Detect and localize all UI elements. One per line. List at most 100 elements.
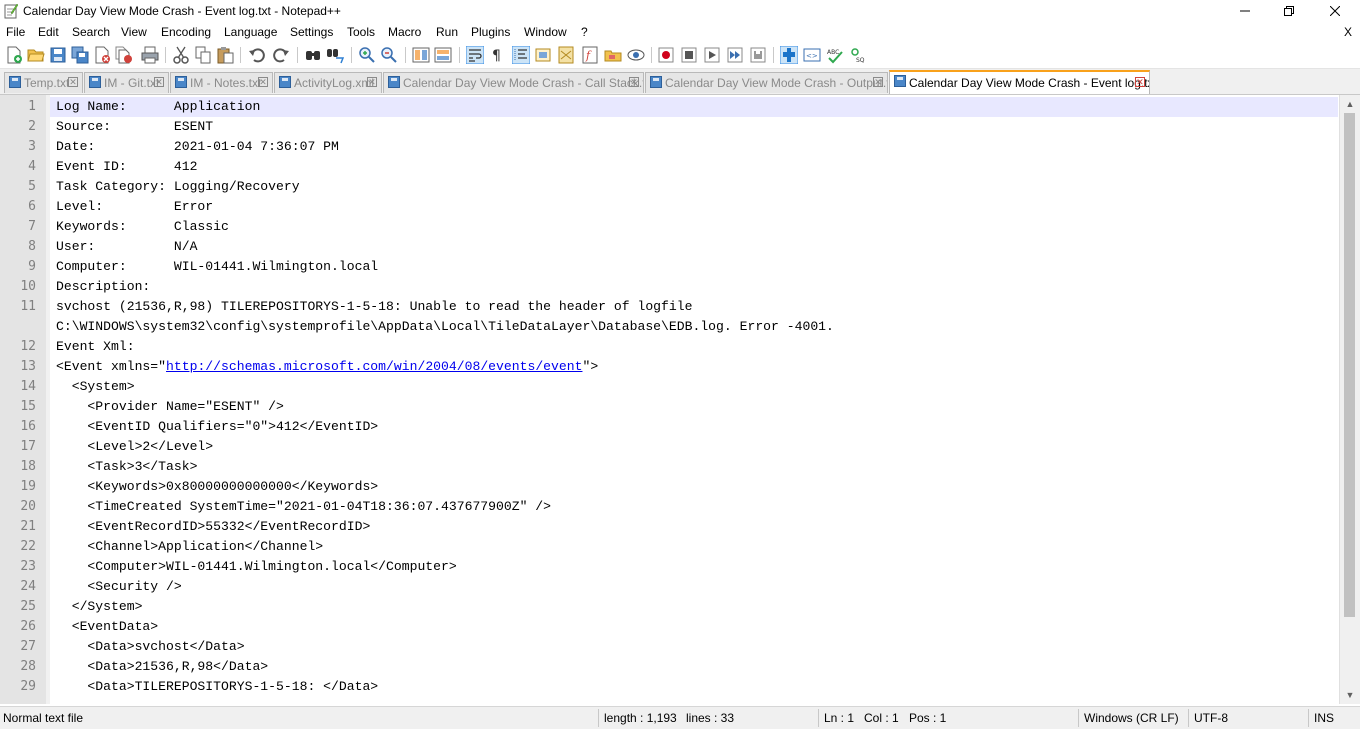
- vertical-scrollbar[interactable]: ▲ ▼: [1339, 95, 1360, 704]
- code-line[interactable]: 16 <EventID Qualifiers="0">412</EventID>: [0, 417, 1338, 437]
- code-line[interactable]: 20 <TimeCreated SystemTime="2021-01-04T1…: [0, 497, 1338, 517]
- code-line[interactable]: 11 svchost (21536,R,98) TILEREPOSITORYS-1…: [0, 297, 1338, 317]
- play-multiple-icon[interactable]: [726, 46, 744, 64]
- sql-icon[interactable]: SQ: [849, 46, 867, 64]
- menu-tools[interactable]: Tools: [347, 25, 375, 39]
- menu-search[interactable]: Search: [72, 25, 110, 39]
- tab-close-icon[interactable]: ✕: [873, 77, 883, 87]
- menu-language[interactable]: Language: [224, 25, 277, 39]
- code-line[interactable]: 27 <Data>svchost</Data>: [0, 637, 1338, 657]
- tab-output[interactable]: Calendar Day View Mode Crash - Output.tx…: [645, 72, 888, 93]
- code-line[interactable]: 25 </System>: [0, 597, 1338, 617]
- save-icon[interactable]: [49, 46, 67, 64]
- tab-close-icon[interactable]: ✕: [629, 77, 639, 87]
- udl-icon[interactable]: [534, 46, 552, 64]
- code-line[interactable]: 26 <EventData>: [0, 617, 1338, 637]
- monitoring-icon[interactable]: [627, 46, 645, 64]
- code-line[interactable]: 29 <Data>TILEREPOSITORYS-1-5-18: </Data>: [0, 677, 1338, 697]
- zoom-out-icon[interactable]: [380, 46, 398, 64]
- tab-close-icon[interactable]: ✕: [1135, 77, 1145, 87]
- open-file-icon[interactable]: [27, 46, 45, 64]
- code-line[interactable]: 23 <Computer>WIL-01441.Wilmington.local<…: [0, 557, 1338, 577]
- scroll-up-icon[interactable]: ▲: [1345, 99, 1355, 109]
- code-line[interactable]: 15 <Provider Name="ESENT" />: [0, 397, 1338, 417]
- undo-icon[interactable]: [248, 46, 266, 64]
- close-document-button[interactable]: X: [1344, 25, 1352, 39]
- close-icon[interactable]: [93, 46, 111, 64]
- code-line[interactable]: 5 Task Category: Logging/Recovery: [0, 177, 1338, 197]
- spell-check-icon[interactable]: ABC: [826, 46, 844, 64]
- indent-guide-icon[interactable]: [512, 46, 530, 64]
- word-wrap-icon[interactable]: [466, 46, 484, 64]
- code-line[interactable]: 2 Source: ESENT: [0, 117, 1338, 137]
- maximize-button[interactable]: [1266, 0, 1312, 22]
- tab-close-icon[interactable]: ✕: [154, 77, 164, 87]
- tab-temp[interactable]: Temp.txt ✕: [4, 72, 83, 93]
- text-area[interactable]: 1 Log Name: Application 2 Source: ESENT 3 Dat…: [0, 97, 1338, 697]
- tab-im-notes[interactable]: IM - Notes.txt ✕: [170, 72, 273, 93]
- sync-vertical-icon[interactable]: [412, 46, 430, 64]
- replace-icon[interactable]: [326, 46, 344, 64]
- menu-edit[interactable]: Edit: [38, 25, 59, 39]
- tab-im-git[interactable]: IM - Git.txt ✕: [84, 72, 169, 93]
- tab-close-icon[interactable]: ✕: [258, 77, 268, 87]
- code-line[interactable]: 6 Level: Error: [0, 197, 1338, 217]
- paste-icon[interactable]: [216, 46, 234, 64]
- tab-close-icon[interactable]: ✕: [367, 77, 377, 87]
- code-line[interactable]: 24 <Security />: [0, 577, 1338, 597]
- menu-run[interactable]: Run: [436, 25, 458, 39]
- menu-window[interactable]: Window: [524, 25, 567, 39]
- save-macro-icon[interactable]: [749, 46, 767, 64]
- menu-macro[interactable]: Macro: [388, 25, 421, 39]
- menu-settings[interactable]: Settings: [290, 25, 333, 39]
- code-line[interactable]: 12 Event Xml:: [0, 337, 1338, 357]
- show-all-chars-icon[interactable]: ¶: [488, 46, 506, 64]
- function-list-icon[interactable]: f: [581, 46, 599, 64]
- print-icon[interactable]: [141, 46, 159, 64]
- scrollbar-thumb[interactable]: [1344, 113, 1355, 617]
- xml-tools-icon[interactable]: <>: [803, 46, 821, 64]
- stop-macro-icon[interactable]: [680, 46, 698, 64]
- code-line[interactable]: 28 <Data>21536,R,98</Data>: [0, 657, 1338, 677]
- menu-help[interactable]: ?: [581, 25, 588, 39]
- code-line[interactable]: 21 <EventRecordID>55332</EventRecordID>: [0, 517, 1338, 537]
- save-all-icon[interactable]: [71, 46, 89, 64]
- close-window-button[interactable]: [1312, 0, 1358, 22]
- cut-icon[interactable]: [172, 46, 190, 64]
- minimize-button[interactable]: [1222, 0, 1268, 22]
- code-line[interactable]: 9 Computer: WIL-01441.Wilmington.local: [0, 257, 1338, 277]
- hyperlink[interactable]: http://schemas.microsoft.com/win/2004/08…: [166, 359, 582, 374]
- doc-map-icon[interactable]: [557, 46, 575, 64]
- tab-close-icon[interactable]: ✕: [68, 77, 78, 87]
- menu-encoding[interactable]: Encoding: [161, 25, 211, 39]
- code-line[interactable]: 18 <Task>3</Task>: [0, 457, 1338, 477]
- code-line[interactable]: 19 <Keywords>0x80000000000000</Keywords>: [0, 477, 1338, 497]
- code-line[interactable]: 4 Event ID: 412: [0, 157, 1338, 177]
- plugin-icon[interactable]: [780, 46, 798, 64]
- code-line[interactable]: 22 <Channel>Application</Channel>: [0, 537, 1338, 557]
- close-all-icon[interactable]: [115, 46, 133, 64]
- menu-file[interactable]: File: [6, 25, 25, 39]
- zoom-in-icon[interactable]: [358, 46, 376, 64]
- scroll-down-icon[interactable]: ▼: [1345, 690, 1355, 700]
- code-line[interactable]: 1 Log Name: Application: [0, 97, 1338, 117]
- new-file-icon[interactable]: [5, 46, 23, 64]
- folder-workspace-icon[interactable]: [604, 46, 622, 64]
- menu-view[interactable]: View: [121, 25, 147, 39]
- code-line[interactable]: 7 Keywords: Classic: [0, 217, 1338, 237]
- code-line[interactable]: 14 <System>: [0, 377, 1338, 397]
- code-line[interactable]: 8 User: N/A: [0, 237, 1338, 257]
- menu-plugins[interactable]: Plugins: [471, 25, 510, 39]
- code-line[interactable]: 17 <Level>2</Level>: [0, 437, 1338, 457]
- play-macro-icon[interactable]: [703, 46, 721, 64]
- record-macro-icon[interactable]: [657, 46, 675, 64]
- code-line[interactable]: 10 Description:: [0, 277, 1338, 297]
- find-icon[interactable]: [304, 46, 322, 64]
- code-line[interactable]: 3 Date: 2021-01-04 7:36:07 PM: [0, 137, 1338, 157]
- sync-horizontal-icon[interactable]: [434, 46, 452, 64]
- code-line[interactable]: 13 <Event xmlns="http://schemas.microsoft…: [0, 357, 1338, 377]
- copy-icon[interactable]: [194, 46, 212, 64]
- editor[interactable]: 1 Log Name: Application 2 Source: ESENT 3 Dat…: [0, 95, 1360, 704]
- tab-call-stack[interactable]: Calendar Day View Mode Crash - Call Stac…: [383, 72, 644, 93]
- tab-activitylog[interactable]: ActivityLog.xml ✕: [274, 72, 382, 93]
